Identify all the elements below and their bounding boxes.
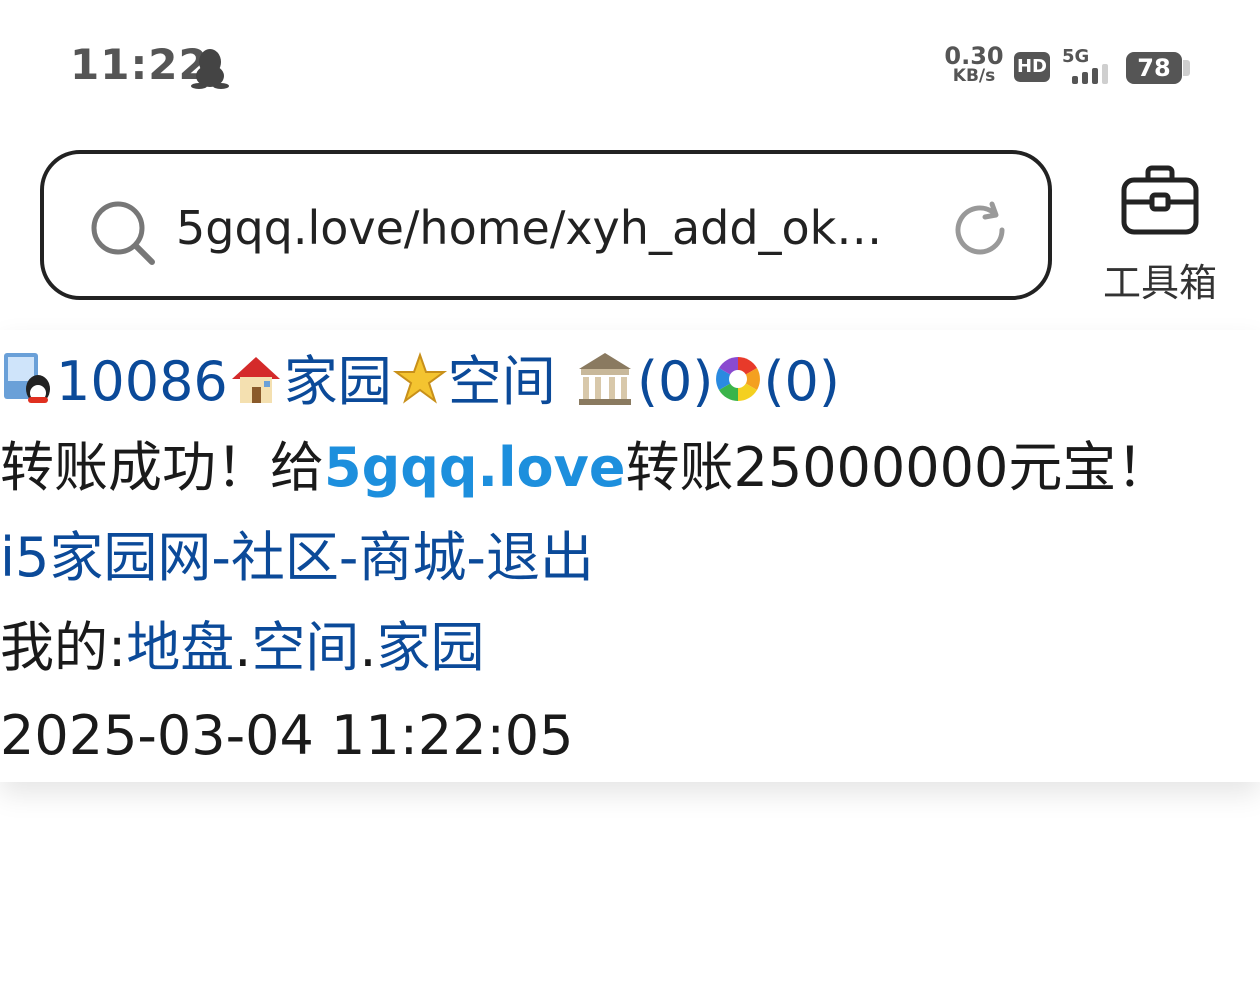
- toolbox-button[interactable]: 工具箱: [1098, 158, 1228, 308]
- mine-home-link[interactable]: 家园: [377, 616, 485, 679]
- nav-separator: -: [211, 526, 231, 589]
- nav-separator: -: [466, 526, 486, 589]
- battery-icon: 78: [1126, 52, 1182, 84]
- signal-icon: 5G: [1062, 46, 1108, 84]
- mine-space-link[interactable]: 空间: [251, 616, 359, 679]
- transfer-prefix: 转账成功！给: [0, 436, 324, 499]
- user-qq-icon[interactable]: [0, 351, 56, 407]
- page-content: 10086 家园 空间 (0) (0) 转账成功！给5gqq.love转账250…: [0, 330, 1260, 782]
- mine-separator: .: [359, 616, 377, 679]
- mine-label: 我的:: [0, 616, 127, 679]
- photo-count-link[interactable]: (0): [763, 350, 840, 413]
- net-speed-unit: KB/s: [952, 66, 996, 86]
- nav-site-link[interactable]: i5家园网: [0, 526, 211, 589]
- battery-tip: [1183, 60, 1190, 76]
- mine-separator: .: [234, 616, 252, 679]
- home-link[interactable]: 家园: [284, 350, 392, 413]
- net-speed: 0.30 KB/s: [944, 44, 1004, 85]
- toolbox-icon[interactable]: [1120, 162, 1200, 238]
- address-bar[interactable]: 5gqq.love/home/xyh_add_ok…: [40, 150, 1052, 300]
- nav-mall-link[interactable]: 商城: [358, 526, 466, 589]
- bank-icon[interactable]: [573, 349, 637, 409]
- star-icon: [392, 352, 447, 405]
- url-field[interactable]: 5gqq.love/home/xyh_add_ok…: [176, 198, 916, 258]
- qq-icon: [191, 49, 229, 89]
- mine-row: 我的:地盘.空间.家园: [0, 608, 485, 688]
- toolbox-label: 工具箱: [1102, 261, 1217, 305]
- transfer-target: 5gqq.love: [324, 436, 626, 499]
- reload-icon[interactable]: [950, 198, 1014, 262]
- user-id-link[interactable]: 10086: [56, 350, 228, 413]
- nav-logout-link[interactable]: 退出: [486, 526, 594, 589]
- transfer-message: 转账成功！给5gqq.love转账25000000元宝！: [0, 428, 1170, 508]
- network-type: 5G: [1062, 46, 1089, 67]
- mine-land-link[interactable]: 地盘: [126, 616, 234, 679]
- net-speed-value: 0.30: [944, 42, 1004, 70]
- user-row: 10086 家园 空间 (0) (0): [0, 342, 840, 422]
- status-bar: 11:22 0.30 KB/s HD 5G 78: [0, 0, 1260, 130]
- nav-community-link[interactable]: 社区: [231, 526, 339, 589]
- datetime: 2025-03-04 11:22:05: [0, 704, 574, 767]
- bank-count-link[interactable]: (0): [637, 350, 714, 413]
- photo-icon[interactable]: [713, 354, 763, 404]
- nav-links: i5家园网-社区-商城-退出: [0, 518, 594, 598]
- space-link[interactable]: 空间: [448, 350, 556, 413]
- nav-separator: -: [338, 526, 359, 589]
- transfer-suffix: 转账25000000元宝！: [625, 436, 1171, 499]
- hd-badge: HD: [1014, 52, 1050, 82]
- status-time: 11:22: [70, 40, 209, 89]
- house-icon: [231, 357, 280, 404]
- search-icon[interactable]: [88, 198, 158, 268]
